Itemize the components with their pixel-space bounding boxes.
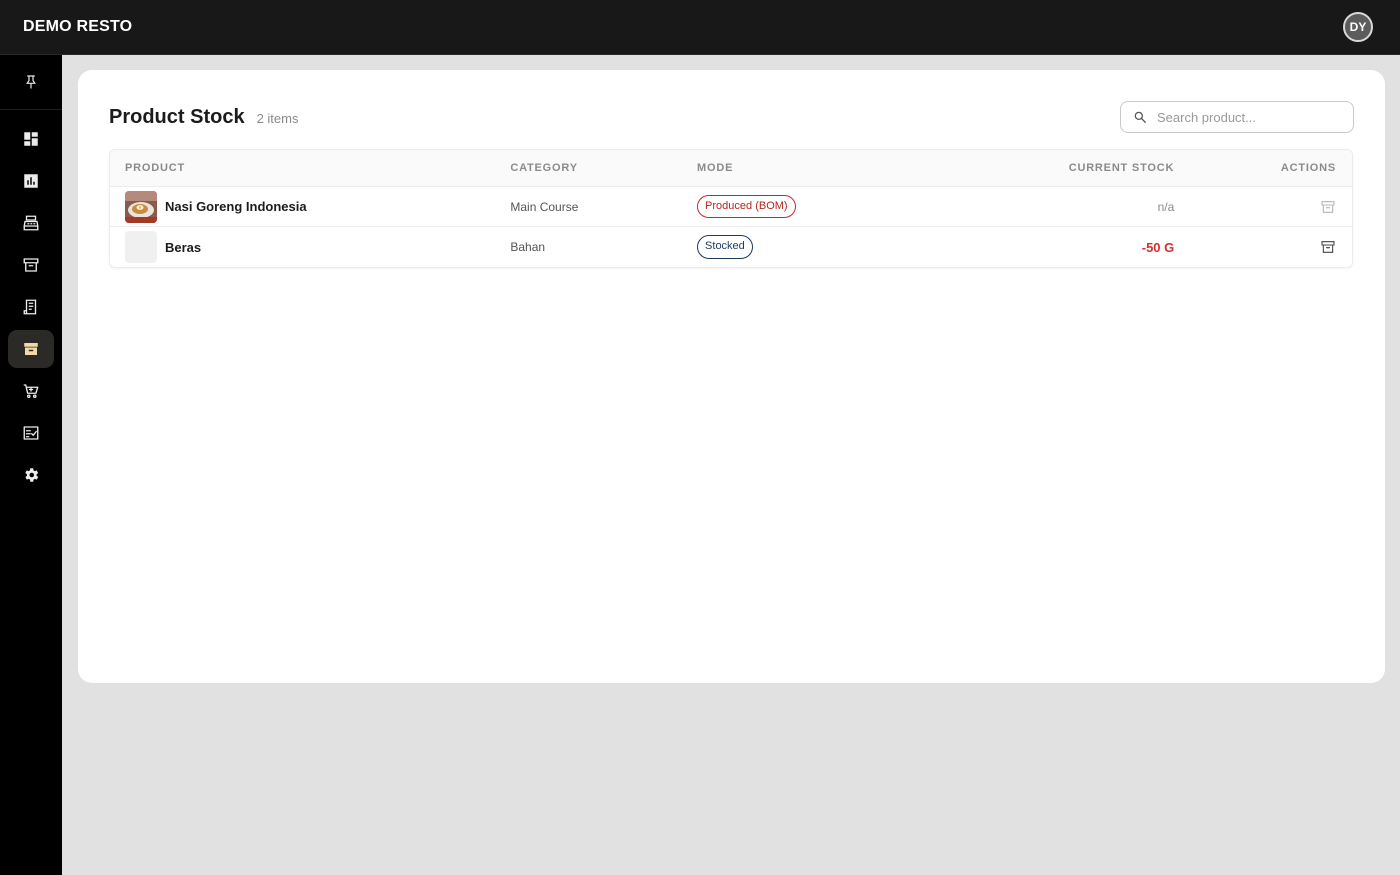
- card-header: Product Stock 2 items: [109, 101, 1354, 133]
- title-wrap: Product Stock 2 items: [109, 106, 298, 129]
- shopping-cart-icon: [23, 384, 39, 399]
- product-cell: Nasi Goreng Indonesia: [110, 190, 509, 223]
- mode-cell: Stocked: [697, 235, 885, 259]
- brand-name: DEMO RESTO: [23, 18, 133, 35]
- current-stock: n/a: [1157, 199, 1175, 214]
- mode-badge: Produced (BOM): [697, 194, 796, 219]
- product-thumbnail-placeholder: [125, 231, 157, 263]
- table-header: PRODUCT CATEGORY MODE CURRENT STOCK ACTI…: [110, 150, 1352, 187]
- sidebar-item-settings[interactable]: [8, 456, 54, 494]
- sidebar-item-reports[interactable]: [8, 162, 54, 200]
- stock-table: PRODUCT CATEGORY MODE CURRENT STOCK ACTI…: [109, 149, 1353, 268]
- pin-icon[interactable]: [23, 74, 39, 90]
- sidebar-item-inventory[interactable]: [8, 246, 54, 284]
- food-image: [125, 190, 157, 223]
- cash-register-icon: [23, 215, 39, 231]
- product-name: Nasi Goreng Indonesia: [165, 199, 307, 214]
- product-thumbnail: [125, 190, 157, 223]
- sidebar-item-checklist[interactable]: [8, 414, 54, 452]
- search-box[interactable]: [1120, 101, 1354, 133]
- archive-icon[interactable]: [1320, 199, 1336, 215]
- gear-icon: [25, 468, 39, 482]
- column-header-stock[interactable]: CURRENT STOCK: [885, 162, 1175, 174]
- user-avatar[interactable]: DY: [1343, 12, 1373, 42]
- mode-cell: Produced (BOM): [697, 194, 885, 219]
- table-row[interactable]: Beras Bahan Stocked -50 G: [110, 227, 1352, 267]
- column-header-category[interactable]: CATEGORY: [509, 162, 697, 174]
- sidebar-item-product-stock[interactable]: [8, 330, 54, 368]
- dashboard-icon: [24, 132, 38, 146]
- column-header-product[interactable]: PRODUCT: [110, 162, 509, 174]
- column-header-mode[interactable]: MODE: [697, 162, 885, 174]
- actions-cell: [1174, 239, 1352, 255]
- top-bar: DEMO RESTO DY: [0, 0, 1400, 55]
- sidebar-pin[interactable]: [0, 55, 62, 110]
- mode-badge: Stocked: [697, 235, 753, 259]
- product-category: Bahan: [510, 240, 546, 254]
- sidebar-item-receipts[interactable]: [8, 288, 54, 326]
- current-stock: -50 G: [1141, 239, 1175, 255]
- product-category: Main Course: [510, 199, 579, 214]
- column-header-actions: ACTIONS: [1280, 162, 1336, 174]
- sidebar-item-pos[interactable]: [8, 204, 54, 242]
- actions-cell: [1174, 199, 1352, 215]
- search-input[interactable]: [1157, 109, 1337, 125]
- sidebar-nav: [0, 110, 62, 496]
- sidebar-item-purchasing[interactable]: [8, 372, 54, 410]
- page-title: Product Stock: [109, 105, 245, 128]
- receipt-icon: [23, 299, 37, 315]
- product-stock-card: Product Stock 2 items PRODUCT CATEGORY M…: [78, 70, 1385, 683]
- item-count: 2 items: [256, 110, 299, 126]
- sidebar-item-dashboard[interactable]: [8, 120, 54, 158]
- checklist-icon: [23, 426, 39, 440]
- archive-icon[interactable]: [1320, 239, 1336, 255]
- table-row[interactable]: Nasi Goreng Indonesia Main Course Produc…: [110, 187, 1352, 227]
- archive-icon: [23, 258, 39, 272]
- product-cell: Beras: [110, 231, 509, 263]
- bar-chart-icon: [24, 174, 38, 188]
- search-icon: [1134, 111, 1146, 123]
- product-name: Beras: [165, 239, 202, 255]
- archive-box-icon: [24, 343, 38, 355]
- sidebar: [0, 55, 62, 875]
